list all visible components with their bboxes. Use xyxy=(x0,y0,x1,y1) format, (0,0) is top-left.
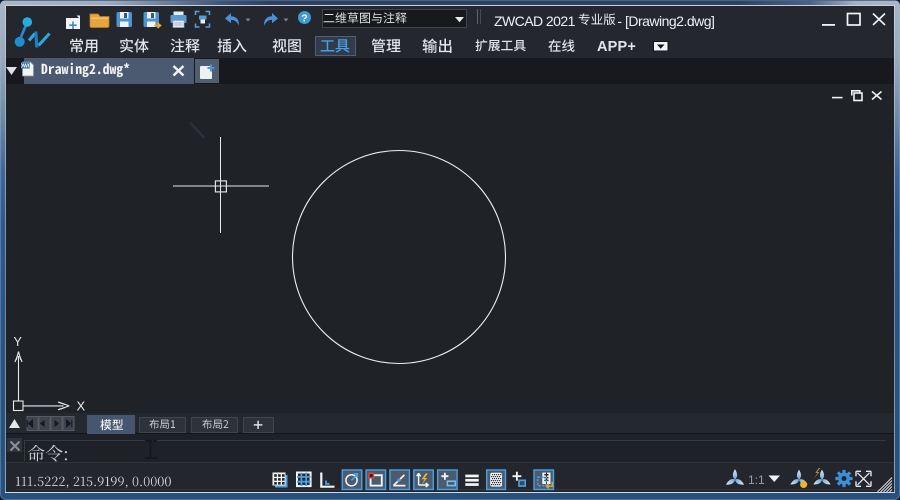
svg-text:?: ? xyxy=(301,13,307,25)
svg-text:DWG: DWG xyxy=(21,64,32,70)
svg-text:Y: Y xyxy=(14,335,23,349)
svg-text:X: X xyxy=(77,399,86,414)
svg-text:1:1: 1:1 xyxy=(748,473,765,487)
